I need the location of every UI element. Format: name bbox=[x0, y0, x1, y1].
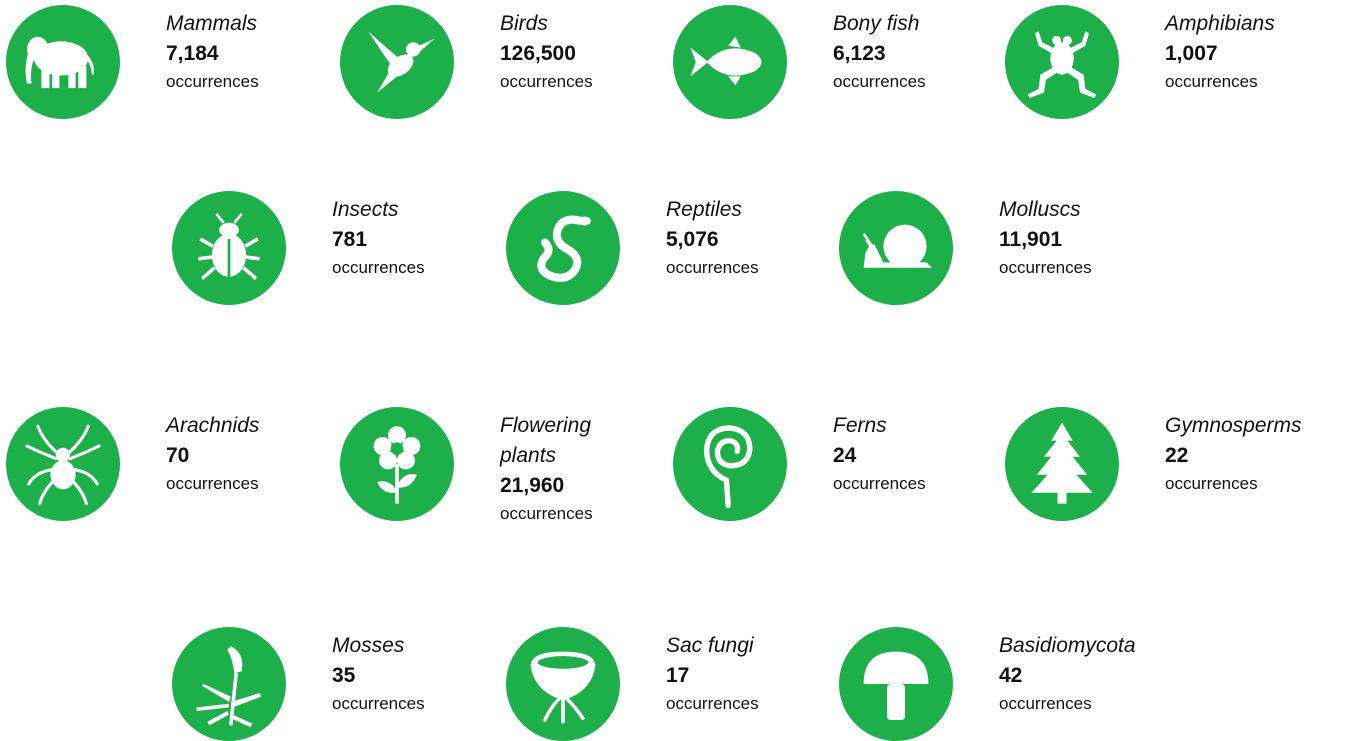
group-tile-birds[interactable]: Birds 126,500 occurrences bbox=[340, 5, 680, 119]
occurrence-label: occurrences bbox=[999, 694, 1092, 713]
group-name: Arachnids bbox=[166, 414, 260, 437]
occurrence-count: 126,500 bbox=[500, 42, 576, 65]
group-tile-amphibians[interactable]: Amphibians 1,007 occurrences bbox=[1005, 5, 1345, 119]
mushroom-icon bbox=[839, 627, 953, 741]
group-tile-ferns[interactable]: Ferns 24 occurrences bbox=[673, 407, 1013, 521]
flower-icon bbox=[340, 407, 454, 521]
group-tile-gymnosperms[interactable]: Gymnosperms 22 occurrences bbox=[1005, 407, 1345, 521]
occurrence-count: 11,901 bbox=[999, 228, 1063, 251]
group-name: Ferns bbox=[833, 414, 887, 437]
group-name: Basidiomycota bbox=[999, 634, 1136, 657]
occurrence-count: 22 bbox=[1165, 444, 1189, 467]
occurrence-count: 21,960 bbox=[500, 474, 565, 497]
occurrence-count: 781 bbox=[332, 228, 368, 251]
occurrence-label: occurrences bbox=[500, 504, 593, 523]
group-name: Mammals bbox=[166, 12, 258, 35]
group-tile-arachnids[interactable]: Arachnids 70 occurrences bbox=[6, 407, 346, 521]
group-name: Mosses bbox=[332, 634, 405, 657]
occurrence-label: occurrences bbox=[999, 258, 1092, 277]
group-name: Flowering plants bbox=[500, 414, 592, 467]
group-tile-flowering-plants[interactable]: Flowering plants 21,960 occurrences bbox=[340, 407, 680, 527]
hummingbird-icon bbox=[340, 5, 454, 119]
fish-icon bbox=[673, 5, 787, 119]
occurrence-label: occurrences bbox=[666, 694, 759, 713]
elephant-icon bbox=[6, 5, 120, 119]
frog-icon bbox=[1005, 5, 1119, 119]
occurrence-label: occurrences bbox=[332, 258, 425, 277]
occurrence-label: occurrences bbox=[500, 72, 593, 91]
occurrence-count: 6,123 bbox=[833, 42, 886, 65]
occurrence-count: 17 bbox=[666, 664, 690, 687]
snake-icon bbox=[506, 191, 620, 305]
occurrence-label: occurrences bbox=[833, 72, 926, 91]
occurrence-count: 42 bbox=[999, 664, 1023, 687]
group-name: Amphibians bbox=[1165, 12, 1275, 35]
group-name: Insects bbox=[332, 198, 399, 221]
occurrence-label: occurrences bbox=[1165, 72, 1258, 91]
group-name: Gymnosperms bbox=[1165, 414, 1302, 437]
cup-fungus-icon bbox=[506, 627, 620, 741]
group-tile-basidiomycota[interactable]: Basidiomycota 42 occurrences bbox=[839, 627, 1179, 741]
occurrence-label: occurrences bbox=[166, 474, 259, 493]
conifer-tree-icon bbox=[1005, 407, 1119, 521]
occurrence-label: occurrences bbox=[833, 474, 926, 493]
moss-icon bbox=[172, 627, 286, 741]
beetle-icon bbox=[172, 191, 286, 305]
group-name: Molluscs bbox=[999, 198, 1081, 221]
group-tile-mosses[interactable]: Mosses 35 occurrences bbox=[172, 627, 512, 741]
group-name: Sac fungi bbox=[666, 634, 754, 657]
group-name: Bony fish bbox=[833, 12, 920, 35]
occurrence-count: 70 bbox=[166, 444, 190, 467]
group-name: Birds bbox=[500, 12, 548, 35]
group-name: Reptiles bbox=[666, 198, 742, 221]
occurrence-label: occurrences bbox=[166, 72, 259, 91]
group-tile-mammals[interactable]: Mammals 7,184 occurrences bbox=[6, 5, 346, 119]
group-tile-bony-fish[interactable]: Bony fish 6,123 occurrences bbox=[673, 5, 1013, 119]
occurrence-count: 5,076 bbox=[666, 228, 719, 251]
fern-icon bbox=[673, 407, 787, 521]
group-tile-insects[interactable]: Insects 781 occurrences bbox=[172, 191, 512, 305]
occurrence-count: 24 bbox=[833, 444, 857, 467]
group-tile-reptiles[interactable]: Reptiles 5,076 occurrences bbox=[506, 191, 846, 305]
group-tile-sac-fungi[interactable]: Sac fungi 17 occurrences bbox=[506, 627, 846, 741]
occurrence-label: occurrences bbox=[332, 694, 425, 713]
occurrence-label: occurrences bbox=[1165, 474, 1258, 493]
occurrence-count: 7,184 bbox=[166, 42, 219, 65]
spider-icon bbox=[6, 407, 120, 521]
snail-icon bbox=[839, 191, 953, 305]
group-tile-molluscs[interactable]: Molluscs 11,901 occurrences bbox=[839, 191, 1179, 305]
occurrence-count: 1,007 bbox=[1165, 42, 1218, 65]
occurrence-label: occurrences bbox=[666, 258, 759, 277]
occurrence-count: 35 bbox=[332, 664, 356, 687]
